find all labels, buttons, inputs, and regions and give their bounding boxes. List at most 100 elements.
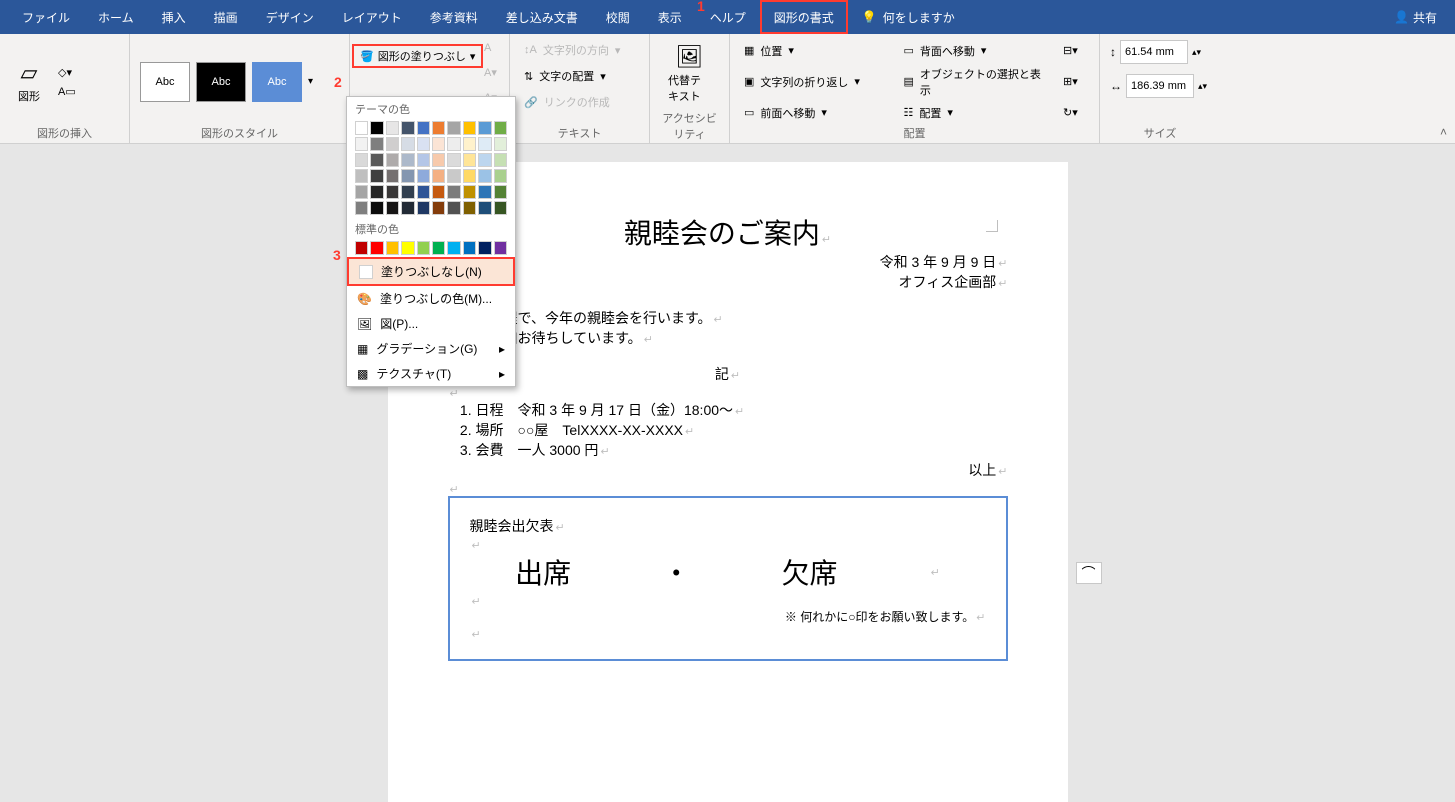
shape-height-input[interactable]	[1120, 40, 1188, 64]
color-swatch[interactable]	[478, 185, 491, 199]
color-swatch[interactable]	[432, 169, 445, 183]
color-swatch[interactable]	[432, 241, 445, 255]
no-fill-item[interactable]: 塗りつぶしなし(N)	[347, 257, 515, 286]
group-objects-button[interactable]: ⊞▾	[1059, 73, 1089, 90]
picture-fill-item[interactable]: 🖼 図(P)...	[347, 311, 515, 336]
text-wrap-button[interactable]: ▣文字列の折り返し▾	[740, 72, 886, 92]
tab-layout[interactable]: レイアウト	[328, 0, 416, 34]
color-swatch[interactable]	[355, 169, 368, 183]
color-swatch[interactable]	[401, 241, 414, 255]
color-swatch[interactable]	[355, 185, 368, 199]
color-swatch[interactable]	[494, 241, 507, 255]
color-swatch[interactable]	[447, 241, 460, 255]
color-swatch[interactable]	[355, 137, 368, 151]
color-swatch[interactable]	[386, 185, 399, 199]
color-swatch[interactable]	[417, 185, 430, 199]
color-swatch[interactable]	[463, 153, 476, 167]
color-swatch[interactable]	[386, 137, 399, 151]
color-swatch[interactable]	[478, 153, 491, 167]
arrange-align-button[interactable]: ☷配置▾	[900, 103, 1046, 123]
edit-shape-icon[interactable]: ◇▾	[54, 64, 80, 81]
color-swatch[interactable]	[432, 137, 445, 151]
color-swatch[interactable]	[355, 201, 368, 215]
color-swatch[interactable]	[370, 241, 383, 255]
color-swatch[interactable]	[432, 185, 445, 199]
color-swatch[interactable]	[401, 153, 414, 167]
spinner-icon[interactable]: ▴▾	[1192, 47, 1201, 58]
color-swatch[interactable]	[494, 169, 507, 183]
color-swatch[interactable]	[463, 137, 476, 151]
color-swatch[interactable]	[494, 185, 507, 199]
color-swatch[interactable]	[370, 137, 383, 151]
texture-fill-item[interactable]: ▩ テクスチャ(T) ▸	[347, 361, 515, 386]
send-backward-button[interactable]: ▭背面へ移動▾	[900, 41, 1046, 61]
color-swatch[interactable]	[401, 185, 414, 199]
position-button[interactable]: ▦位置▾	[740, 41, 886, 61]
color-swatch[interactable]	[417, 201, 430, 215]
gradient-fill-item[interactable]: ▦ グラデーション(G) ▸	[347, 336, 515, 361]
color-swatch[interactable]	[447, 185, 460, 199]
color-swatch[interactable]	[417, 169, 430, 183]
color-swatch[interactable]	[478, 201, 491, 215]
color-swatch[interactable]	[386, 169, 399, 183]
tab-shape-format[interactable]: 図形の書式	[760, 0, 848, 34]
color-swatch[interactable]	[463, 121, 476, 135]
more-fill-colors-item[interactable]: 🎨 塗りつぶしの色(M)...	[347, 286, 515, 311]
color-swatch[interactable]	[447, 121, 460, 135]
tab-draw[interactable]: 描画	[200, 0, 252, 34]
shape-style-2[interactable]: Abc	[196, 62, 246, 102]
shape-width-input[interactable]	[1126, 74, 1194, 98]
color-swatch[interactable]	[370, 201, 383, 215]
spinner-icon[interactable]: ▴▾	[1198, 81, 1207, 92]
color-swatch[interactable]	[447, 201, 460, 215]
insert-shape-button[interactable]: ▱ 図形	[10, 56, 48, 108]
tab-view[interactable]: 表示	[644, 0, 696, 34]
align-objects-button[interactable]: ⊟▾	[1059, 42, 1089, 59]
color-swatch[interactable]	[386, 153, 399, 167]
color-swatch[interactable]	[417, 137, 430, 151]
text-align-button[interactable]: ⇅文字の配置▾	[520, 66, 610, 86]
tab-insert[interactable]: 挿入	[148, 0, 200, 34]
tab-file[interactable]: ファイル	[8, 0, 84, 34]
color-swatch[interactable]	[432, 153, 445, 167]
color-swatch[interactable]	[463, 201, 476, 215]
color-swatch[interactable]	[494, 121, 507, 135]
color-swatch[interactable]	[463, 185, 476, 199]
shape-style-1[interactable]: Abc	[140, 62, 190, 102]
color-swatch[interactable]	[401, 169, 414, 183]
color-swatch[interactable]	[386, 201, 399, 215]
style-gallery-more[interactable]: ▾	[308, 76, 313, 87]
color-swatch[interactable]	[478, 169, 491, 183]
share-button[interactable]: 👤 共有	[1384, 0, 1447, 34]
color-swatch[interactable]	[447, 137, 460, 151]
tab-home[interactable]: ホーム	[84, 0, 148, 34]
color-swatch[interactable]	[386, 241, 399, 255]
tab-design[interactable]: デザイン	[252, 0, 328, 34]
textbox-icon[interactable]: A▭	[54, 83, 80, 100]
shape-fill-split-button[interactable]: 🪣 図形の塗りつぶし ▾	[352, 44, 483, 68]
text-direction-button[interactable]: ↕A文字列の方向▾	[520, 40, 624, 60]
color-swatch[interactable]	[355, 241, 368, 255]
color-swatch[interactable]	[370, 153, 383, 167]
color-swatch[interactable]	[401, 121, 414, 135]
alt-text-button[interactable]: 🖼 代替テキスト	[660, 40, 719, 108]
shape-style-3-selected[interactable]: Abc	[252, 62, 302, 102]
color-swatch[interactable]	[401, 201, 414, 215]
color-swatch[interactable]	[447, 153, 460, 167]
color-swatch[interactable]	[494, 137, 507, 151]
color-swatch[interactable]	[370, 185, 383, 199]
color-swatch[interactable]	[478, 121, 491, 135]
color-swatch[interactable]	[417, 121, 430, 135]
create-link-button[interactable]: 🔗リンクの作成	[520, 92, 614, 112]
rotate-button[interactable]: ↻▾	[1059, 104, 1089, 121]
color-swatch[interactable]	[401, 137, 414, 151]
ribbon-collapse-button[interactable]: ˄	[1440, 125, 1447, 139]
color-swatch[interactable]	[463, 241, 476, 255]
color-swatch[interactable]	[494, 201, 507, 215]
color-swatch[interactable]	[386, 121, 399, 135]
color-swatch[interactable]	[463, 169, 476, 183]
color-swatch[interactable]	[494, 153, 507, 167]
tell-me[interactable]: 💡 何をしますか	[848, 0, 969, 34]
color-swatch[interactable]	[432, 121, 445, 135]
color-swatch[interactable]	[370, 169, 383, 183]
